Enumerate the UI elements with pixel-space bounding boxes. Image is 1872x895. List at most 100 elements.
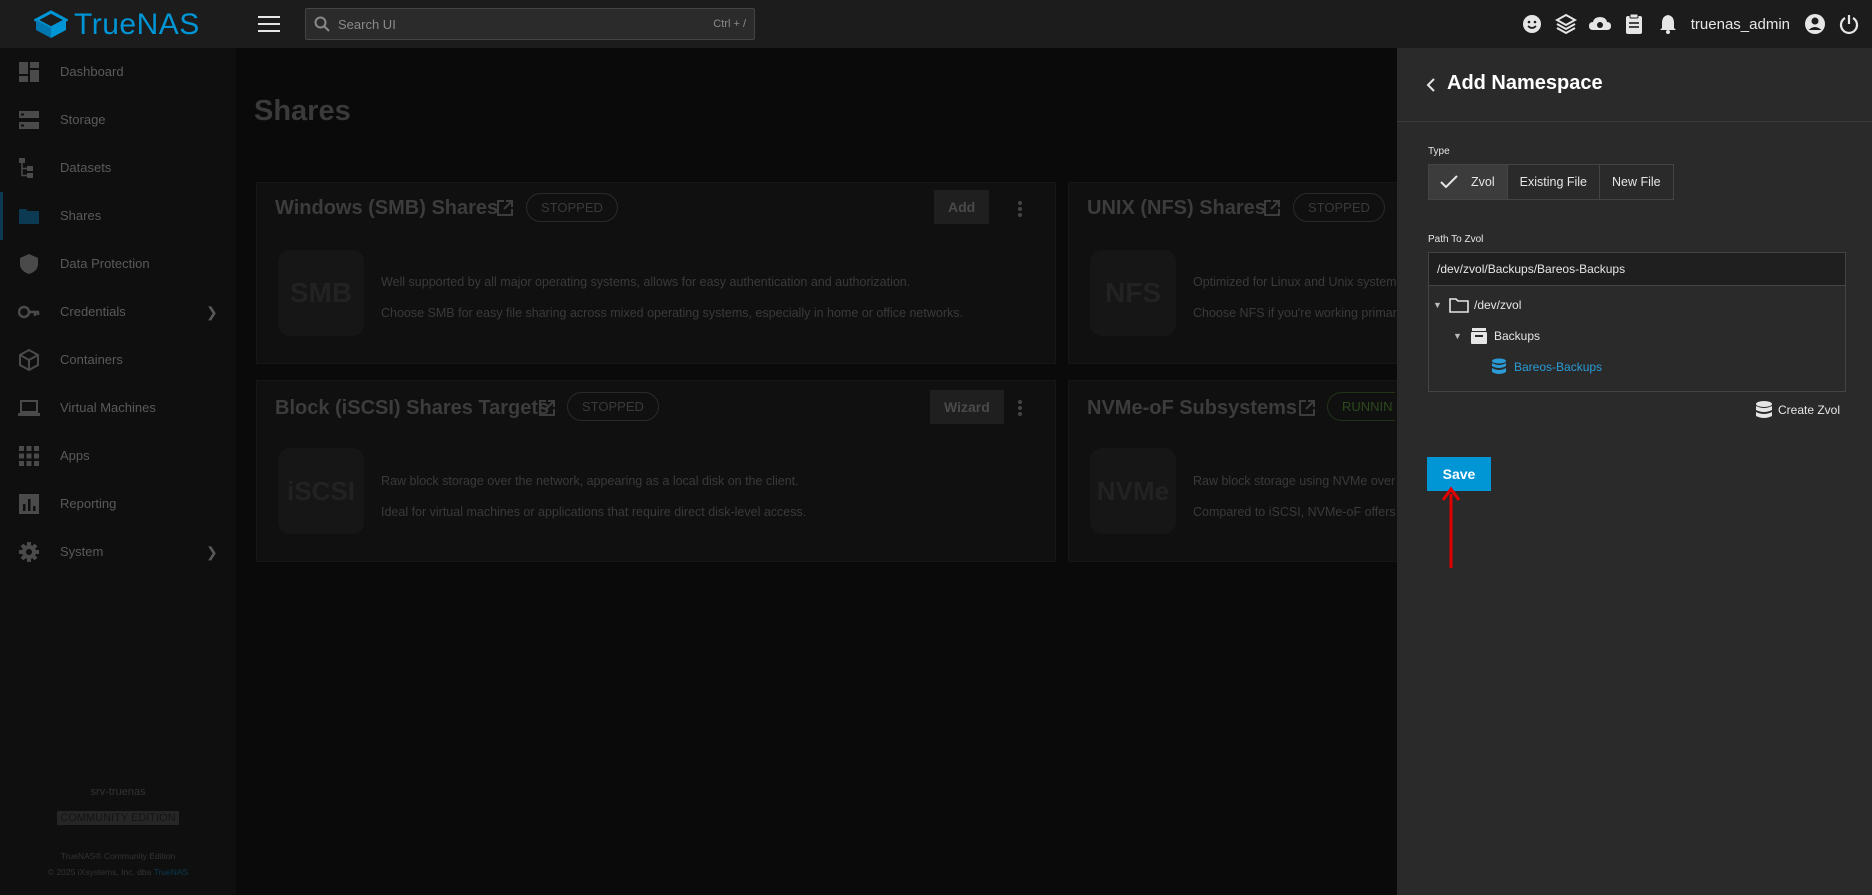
truecommand-icon[interactable] bbox=[1549, 0, 1583, 48]
tree-node-bareos-backups[interactable]: Bareos-Backups bbox=[1489, 358, 1602, 376]
smb-share-icon: SMB bbox=[278, 250, 364, 336]
sidebar-item-data-protection[interactable]: Data Protection bbox=[0, 240, 236, 288]
create-zvol-label: Create Zvol bbox=[1778, 403, 1841, 417]
nfs-card-title: UNIX (NFS) Shares bbox=[1087, 197, 1266, 219]
chevron-right-icon: ❯ bbox=[206, 544, 218, 560]
tree-node-label: Backups bbox=[1494, 329, 1541, 343]
tree-node-backups[interactable]: ▼ Backups bbox=[1453, 327, 1540, 345]
nvme-share-icon: NVMe bbox=[1090, 448, 1176, 534]
sidebar-item-datasets[interactable]: Datasets bbox=[0, 144, 236, 192]
type-option-zvol[interactable]: Zvol bbox=[1429, 165, 1508, 199]
smb-status-badge: STOPPED bbox=[526, 193, 618, 222]
chevron-right-icon: ❯ bbox=[206, 304, 218, 320]
add-namespace-panel: Add Namespace Type Zvol Existing File Ne… bbox=[1397, 48, 1872, 895]
folder-icon bbox=[1449, 296, 1469, 314]
nvme-card-title: NVMe-oF Subsystems bbox=[1087, 397, 1298, 419]
zvol-icon bbox=[1489, 358, 1509, 376]
smb-add-button[interactable]: Add bbox=[934, 190, 990, 224]
key-icon bbox=[18, 305, 40, 319]
sidebar-item-apps[interactable]: Apps bbox=[0, 432, 236, 480]
sidebar-item-reporting[interactable]: Reporting bbox=[0, 480, 236, 528]
open-in-new-icon[interactable] bbox=[538, 399, 556, 417]
nfs-description-2: Choose NFS if you're working primari bbox=[1193, 306, 1400, 320]
nfs-status-badge: STOPPED bbox=[1293, 193, 1385, 222]
caret-down-icon[interactable]: ▼ bbox=[1453, 331, 1462, 341]
nfs-description-1: Optimized for Linux and Unix systems bbox=[1193, 275, 1403, 289]
nvme-description-1: Raw block storage using NVMe over F bbox=[1193, 474, 1407, 488]
account-icon[interactable] bbox=[1798, 0, 1832, 48]
smb-description-2: Choose SMB for easy file sharing across … bbox=[381, 306, 963, 320]
open-in-new-icon[interactable] bbox=[496, 199, 514, 217]
sidebar-item-dashboard[interactable]: Dashboard bbox=[0, 48, 236, 96]
nvme-description-2: Compared to iSCSI, NVMe-oF offers s bbox=[1193, 505, 1406, 519]
open-in-new-icon[interactable] bbox=[1263, 199, 1281, 217]
storage-icon bbox=[19, 111, 39, 129]
power-icon[interactable] bbox=[1832, 0, 1866, 48]
sidebar-item-label: Data Protection bbox=[60, 256, 150, 271]
app-name: TrueNAS bbox=[74, 8, 200, 41]
type-option-label: Existing File bbox=[1519, 175, 1588, 189]
jobs-icon[interactable] bbox=[1617, 0, 1651, 48]
username[interactable]: truenas_admin bbox=[1691, 16, 1790, 33]
search-icon bbox=[314, 16, 330, 32]
containers-icon bbox=[19, 349, 39, 371]
annotation-arrow-icon bbox=[1441, 486, 1461, 568]
sidebar-item-virtual-machines[interactable]: Virtual Machines bbox=[0, 384, 236, 432]
search-input[interactable]: Search UI Ctrl + / bbox=[305, 8, 755, 40]
smb-description-1: Well supported by all major operating sy… bbox=[381, 275, 911, 289]
sidebar-item-containers[interactable]: Containers bbox=[0, 336, 236, 384]
search-shortcut: Ctrl + / bbox=[713, 18, 746, 30]
copyright-link[interactable]: TrueNAS bbox=[154, 867, 189, 877]
open-in-new-icon[interactable] bbox=[1298, 399, 1316, 417]
iscsi-share-icon: iSCSI bbox=[278, 448, 364, 534]
type-option-new-file[interactable]: New File bbox=[1600, 165, 1673, 199]
nvme-status-badge: RUNNIN bbox=[1327, 392, 1395, 421]
sidebar-item-system[interactable]: System ❯ bbox=[0, 528, 236, 576]
directory-services-icon[interactable] bbox=[1583, 0, 1617, 48]
datasets-icon bbox=[19, 158, 33, 178]
sidebar-item-shares[interactable]: Shares bbox=[0, 192, 236, 240]
pool-icon bbox=[1469, 327, 1489, 345]
path-to-zvol-input[interactable]: /dev/zvol/Backups/Bareos-Backups bbox=[1428, 252, 1846, 286]
sidebar-item-label: System bbox=[60, 544, 104, 559]
reporting-icon bbox=[19, 494, 39, 514]
sidebar-item-label: Containers bbox=[60, 352, 123, 367]
edition-badge: COMMUNITY EDITION bbox=[57, 811, 179, 825]
sidebar-item-label: Dashboard bbox=[60, 64, 124, 79]
caret-down-icon[interactable]: ▼ bbox=[1433, 300, 1442, 310]
create-zvol-button[interactable]: Create Zvol bbox=[1754, 400, 1840, 420]
type-label: Type bbox=[1428, 146, 1450, 157]
sidebar-item-credentials[interactable]: Credentials ❯ bbox=[0, 288, 236, 336]
sidebar-item-storage[interactable]: Storage bbox=[0, 96, 236, 144]
copyright-line-1: TrueNAS® Community Edition bbox=[60, 851, 176, 861]
iscsi-more-options-icon[interactable] bbox=[1018, 400, 1022, 416]
tree-node-dev-zvol[interactable]: ▼ /dev/zvol bbox=[1433, 296, 1521, 314]
sidebar-item-label: Credentials bbox=[60, 304, 126, 319]
zvol-tree: ▼ /dev/zvol ▼ Backups Bareos-Backups bbox=[1428, 286, 1846, 392]
iscsi-wizard-button[interactable]: Wizard bbox=[930, 390, 1004, 424]
feedback-icon[interactable] bbox=[1515, 0, 1549, 48]
path-label: Path To Zvol bbox=[1428, 234, 1484, 245]
sidebar-item-label: Shares bbox=[60, 208, 102, 223]
iscsi-card-title: Block (iSCSI) Shares Targets bbox=[275, 397, 550, 419]
sidebar-item-label: Virtual Machines bbox=[60, 400, 156, 415]
sidebar-item-label: Storage bbox=[60, 112, 106, 127]
type-option-existing-file[interactable]: Existing File bbox=[1508, 165, 1601, 199]
smb-more-options-icon[interactable] bbox=[1018, 201, 1022, 217]
chevron-left-icon[interactable] bbox=[1425, 76, 1437, 94]
database-icon bbox=[1756, 401, 1772, 418]
copyright-line-2: © 2025 iXsystems, Inc. dba bbox=[47, 867, 152, 877]
truenas-logo[interactable]: TrueNAS bbox=[34, 8, 200, 42]
menu-toggle-button[interactable] bbox=[258, 14, 280, 34]
sidebar-item-label: Reporting bbox=[60, 496, 117, 511]
panel-title: Add Namespace bbox=[1447, 72, 1603, 94]
type-toggle-group: Zvol Existing File New File bbox=[1428, 164, 1674, 200]
type-option-label: New File bbox=[1612, 175, 1661, 189]
sidebar-item-label: Apps bbox=[60, 448, 90, 463]
sidebar: Dashboard Storage Datasets Shares Data P… bbox=[0, 48, 236, 895]
iscsi-description-1: Raw block storage over the network, appe… bbox=[381, 474, 799, 488]
gear-icon bbox=[19, 542, 39, 562]
top-bar: TrueNAS Search UI Ctrl + / truenas_admin bbox=[0, 0, 1872, 48]
notifications-icon[interactable] bbox=[1651, 0, 1685, 48]
apps-grid-icon bbox=[19, 446, 39, 466]
